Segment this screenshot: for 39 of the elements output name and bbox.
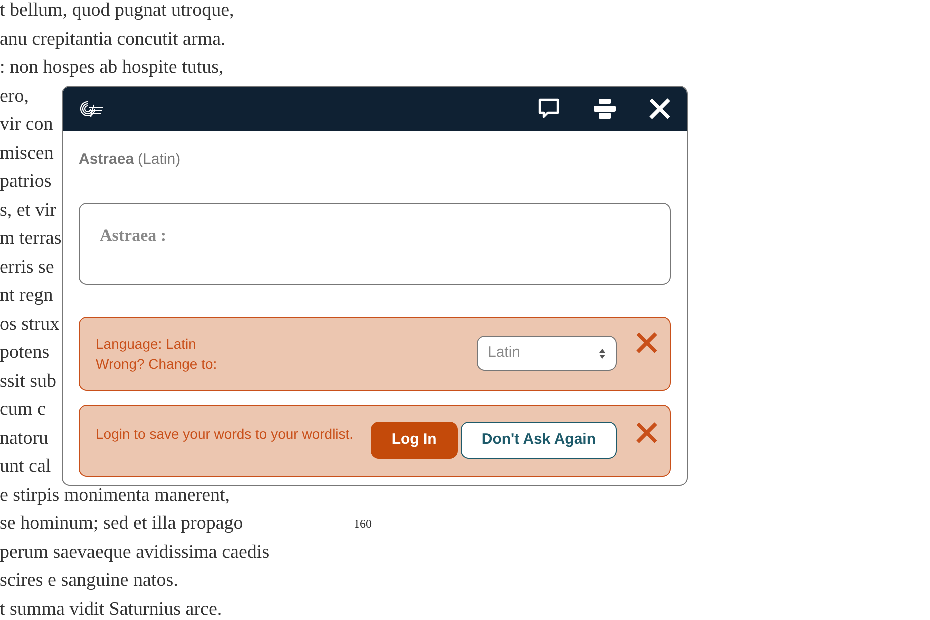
poem-line: ssit sub bbox=[0, 370, 56, 394]
line-number: 160 bbox=[354, 518, 372, 530]
poem-line: os strux bbox=[0, 312, 60, 336]
poem-line: m terras bbox=[0, 227, 62, 251]
word-title: Astraea bbox=[79, 150, 134, 170]
poem-line: se hominum; sed et illa propago bbox=[0, 512, 244, 536]
login-message: Login to save your words to your wordlist. bbox=[96, 424, 354, 444]
poem-line: : non hospes ab hospite tutus, bbox=[0, 56, 224, 80]
poem-line: t summa vidit Saturnius arce. bbox=[0, 598, 222, 620]
poem-line: natoru bbox=[0, 426, 49, 450]
poem-line: perum saevaeque avidissima caedis bbox=[0, 540, 270, 564]
poem-line: potens bbox=[0, 341, 50, 365]
dismiss-icon[interactable] bbox=[636, 332, 658, 354]
poem-line: erris se bbox=[0, 256, 54, 280]
poem-line: anu crepitantia concutit arma. bbox=[0, 28, 226, 52]
log-in-button[interactable]: Log In bbox=[370, 422, 458, 458]
notice-text: Language: Latin bbox=[96, 334, 198, 354]
dont-ask-again-button[interactable]: Don't Ask Again bbox=[460, 422, 617, 458]
sort-arrows-icon bbox=[599, 348, 606, 360]
dismiss-icon[interactable] bbox=[636, 422, 658, 444]
close-icon[interactable] bbox=[649, 98, 671, 120]
poem-line: miscen bbox=[0, 142, 54, 166]
poem-line: ero, bbox=[0, 84, 30, 108]
notice-text: Wrong? Change to: bbox=[96, 354, 218, 374]
poem-line: vir con bbox=[0, 113, 54, 137]
language-select[interactable]: Latin bbox=[477, 336, 617, 371]
comment-icon[interactable] bbox=[537, 97, 561, 121]
poem-line: scires e sanguine natos. bbox=[0, 569, 178, 593]
print-icon[interactable] bbox=[593, 98, 617, 120]
poem-line: unt cal bbox=[0, 455, 52, 479]
logo-icon bbox=[79, 99, 105, 119]
poem-line: cum c bbox=[0, 398, 46, 422]
poem-line: patrios bbox=[0, 170, 52, 194]
poem-line: t bellum, quod pugnat utroque, bbox=[0, 0, 234, 23]
headword: Astraea : bbox=[100, 226, 167, 244]
poem-line: e stirpis monimenta manerent, bbox=[0, 484, 230, 508]
word-language: (Latin) bbox=[138, 150, 181, 170]
poem-line: s, et vir bbox=[0, 198, 56, 222]
poem-line: nt regn bbox=[0, 284, 54, 308]
